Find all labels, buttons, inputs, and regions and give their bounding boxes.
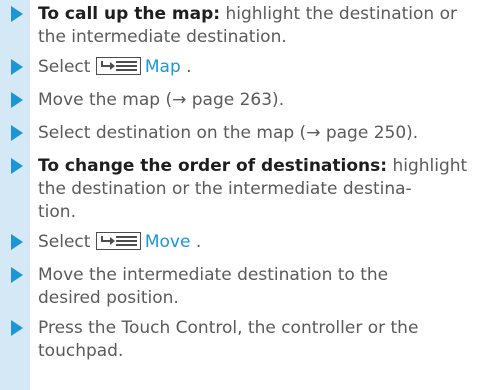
step-text-line: tion.: [38, 202, 76, 222]
step-text-line: the intermediate destination.: [38, 27, 287, 47]
step-lead: To call up the map:: [38, 4, 221, 24]
menu-item-map[interactable]: Map: [145, 57, 181, 77]
step-text-line: Select destination on the map (→ page 25…: [38, 123, 419, 143]
step-arrow-icon: [11, 92, 23, 108]
step-text-line: desired position.: [38, 288, 179, 308]
step-text: Select Move .: [38, 231, 478, 254]
step-text: Press the Touch Control, the controller …: [38, 317, 478, 363]
step-text: To call up the map: highlight the destin…: [38, 3, 478, 49]
menu-item-move[interactable]: Move: [145, 232, 191, 252]
step-arrow-icon: [11, 234, 23, 250]
step-text: Select Map .: [38, 56, 478, 79]
step-text-line: Move the map (→ page 263).: [38, 90, 285, 110]
step-arrow-icon: [11, 125, 23, 141]
step-arrow-icon: [11, 6, 23, 22]
step-arrow-icon: [11, 158, 23, 174]
step-text-line: the destination or the intermediate dest…: [38, 179, 412, 199]
step-text: Move the intermediate destination to the…: [38, 264, 478, 310]
step-suffix: .: [190, 232, 202, 252]
step-lead: To change the order of destinations:: [38, 156, 388, 176]
step-text-line: highlight: [387, 156, 468, 176]
menu-list-icon: [95, 57, 141, 75]
menu-list-icon: [95, 232, 141, 250]
step-text: To change the order of destinations: hig…: [38, 155, 478, 224]
step-text-line: Move the intermediate destination to the: [38, 265, 389, 285]
step-arrow-icon: [11, 267, 23, 283]
step-prefix: Select: [38, 232, 96, 252]
step-prefix: Select: [38, 57, 96, 77]
step-text-line: Press the Touch Control, the controller …: [38, 318, 419, 338]
step-text-line: touchpad.: [38, 341, 124, 361]
step-arrow-icon: [11, 320, 23, 336]
step-arrow-icon: [11, 59, 23, 75]
step-suffix: .: [180, 57, 192, 77]
step-text: Select destination on the map (→ page 25…: [38, 122, 478, 145]
step-text-line: highlight the destination or: [220, 4, 457, 24]
step-text: Move the map (→ page 263).: [38, 89, 478, 112]
